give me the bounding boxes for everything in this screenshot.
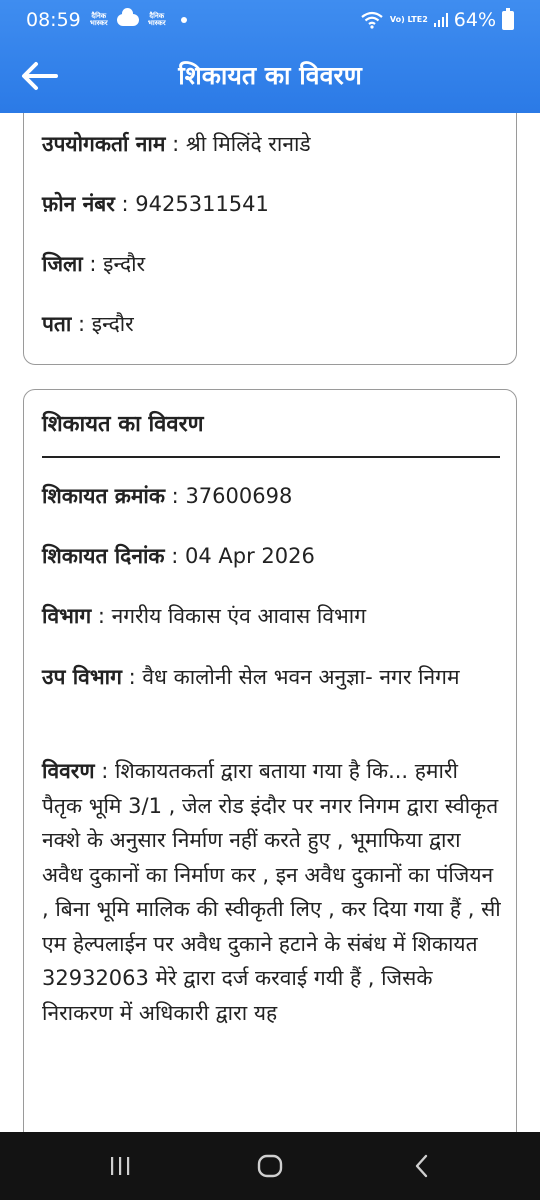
status-bar: 08:59 दैनिक भास्कर दैनिक भास्कर Vo) LTE2 6… <box>0 0 540 40</box>
field-separator: : <box>164 544 185 568</box>
field-label: विभाग <box>42 604 92 628</box>
field-value: नगरीय विकास एंव आवास विभाग <box>111 604 367 628</box>
complaint-date-field: शिकायत दिनांक : 04 Apr 2026 <box>42 540 502 572</box>
field-separator: : <box>91 604 112 628</box>
chevron-left-icon <box>415 1154 428 1178</box>
sub-department-field: उप विभाग : वैध कालोनी सेल भवन अनुज्ञा- न… <box>42 660 502 694</box>
section-title: शिकायत का विवरण <box>42 412 204 437</box>
field-label: उप विभाग <box>42 665 122 689</box>
field-label: शिकायत दिनांक <box>42 544 165 568</box>
field-value: 37600698 <box>185 484 293 508</box>
dainik-bhaskar-icon-2: दैनिक भास्कर <box>147 12 166 27</box>
field-label: शिकायत क्रमांक <box>42 484 165 508</box>
field-label: जिला <box>42 252 83 276</box>
field-value: श्री मिलिंदे रानाडे <box>185 132 311 156</box>
field-separator: : <box>121 665 143 689</box>
field-label: उपयोगकर्ता नाम <box>42 132 166 156</box>
recents-icon <box>111 1157 130 1175</box>
signal-icon <box>433 13 448 27</box>
field-value: वैध कालोनी सेल भवन अनुज्ञा- नगर निगम <box>142 665 460 689</box>
battery-icon <box>502 7 514 30</box>
department-field: विभाग : नगरीय विकास एंव आवास विभाग <box>42 600 502 632</box>
home-button[interactable] <box>250 1150 290 1182</box>
app-bar: शिकायत का विवरण <box>0 40 540 113</box>
system-nav-bar <box>0 1132 540 1200</box>
field-separator: : <box>165 132 186 156</box>
field-value: इन्दौर <box>103 252 146 276</box>
complaint-details-card: शिकायत का विवरण शिकायत क्रमांक : 3760069… <box>23 389 517 1132</box>
header: 08:59 दैनिक भास्कर दैनिक भास्कर Vo) LTE2 6… <box>0 0 540 113</box>
status-time: 08:59 <box>26 9 81 31</box>
field-value: इन्दौर <box>91 312 134 336</box>
field-separator: : <box>94 759 116 783</box>
field-value: 9425311541 <box>135 192 269 216</box>
page-title: शिकायत का विवरण <box>178 61 362 90</box>
field-separator: : <box>114 192 136 216</box>
field-label: विवरण <box>42 759 95 783</box>
complaint-number-field: शिकायत क्रमांक : 37600698 <box>42 480 502 512</box>
district-field: जिला : इन्दौर <box>42 248 502 280</box>
field-separator: : <box>82 252 104 276</box>
notification-dot-icon <box>180 17 187 23</box>
address-field: पता : इन्दौर <box>42 308 502 340</box>
field-value: 04 Apr 2026 <box>185 544 315 568</box>
cloud-icon <box>116 8 139 26</box>
divider <box>42 456 500 458</box>
description-field: विवरण : शिकायतकर्ता द्वारा बताया गया है … <box>42 754 502 1030</box>
network-type: Vo) LTE2 <box>389 15 428 24</box>
field-label: पता <box>42 312 72 336</box>
user-name-field: उपयोगकर्ता नाम : श्री मिलिंदे रानाडे <box>42 128 502 160</box>
dainik-bhaskar-icon: दैनिक भास्कर <box>89 12 108 27</box>
user-details-card: उपयोगकर्ता नाम : श्री मिलिंदे रानाडे फ़ो… <box>23 113 517 365</box>
nav-back-button[interactable] <box>402 1150 442 1182</box>
recents-button[interactable] <box>100 1150 140 1182</box>
field-value: शिकायतकर्ता द्वारा बताया गया है कि... हम… <box>42 759 501 1025</box>
phone-field: फ़ोन नंबर : 9425311541 <box>42 188 502 220</box>
wifi-icon <box>361 11 383 29</box>
content-scroll-area[interactable]: उपयोगकर्ता नाम : श्री मिलिंदे रानाडे फ़ो… <box>0 113 540 1132</box>
field-separator: : <box>71 312 92 336</box>
home-icon <box>257 1154 283 1178</box>
field-label: फ़ोन नंबर <box>42 192 115 216</box>
battery-percent: 64% <box>453 9 496 31</box>
field-separator: : <box>165 484 186 508</box>
